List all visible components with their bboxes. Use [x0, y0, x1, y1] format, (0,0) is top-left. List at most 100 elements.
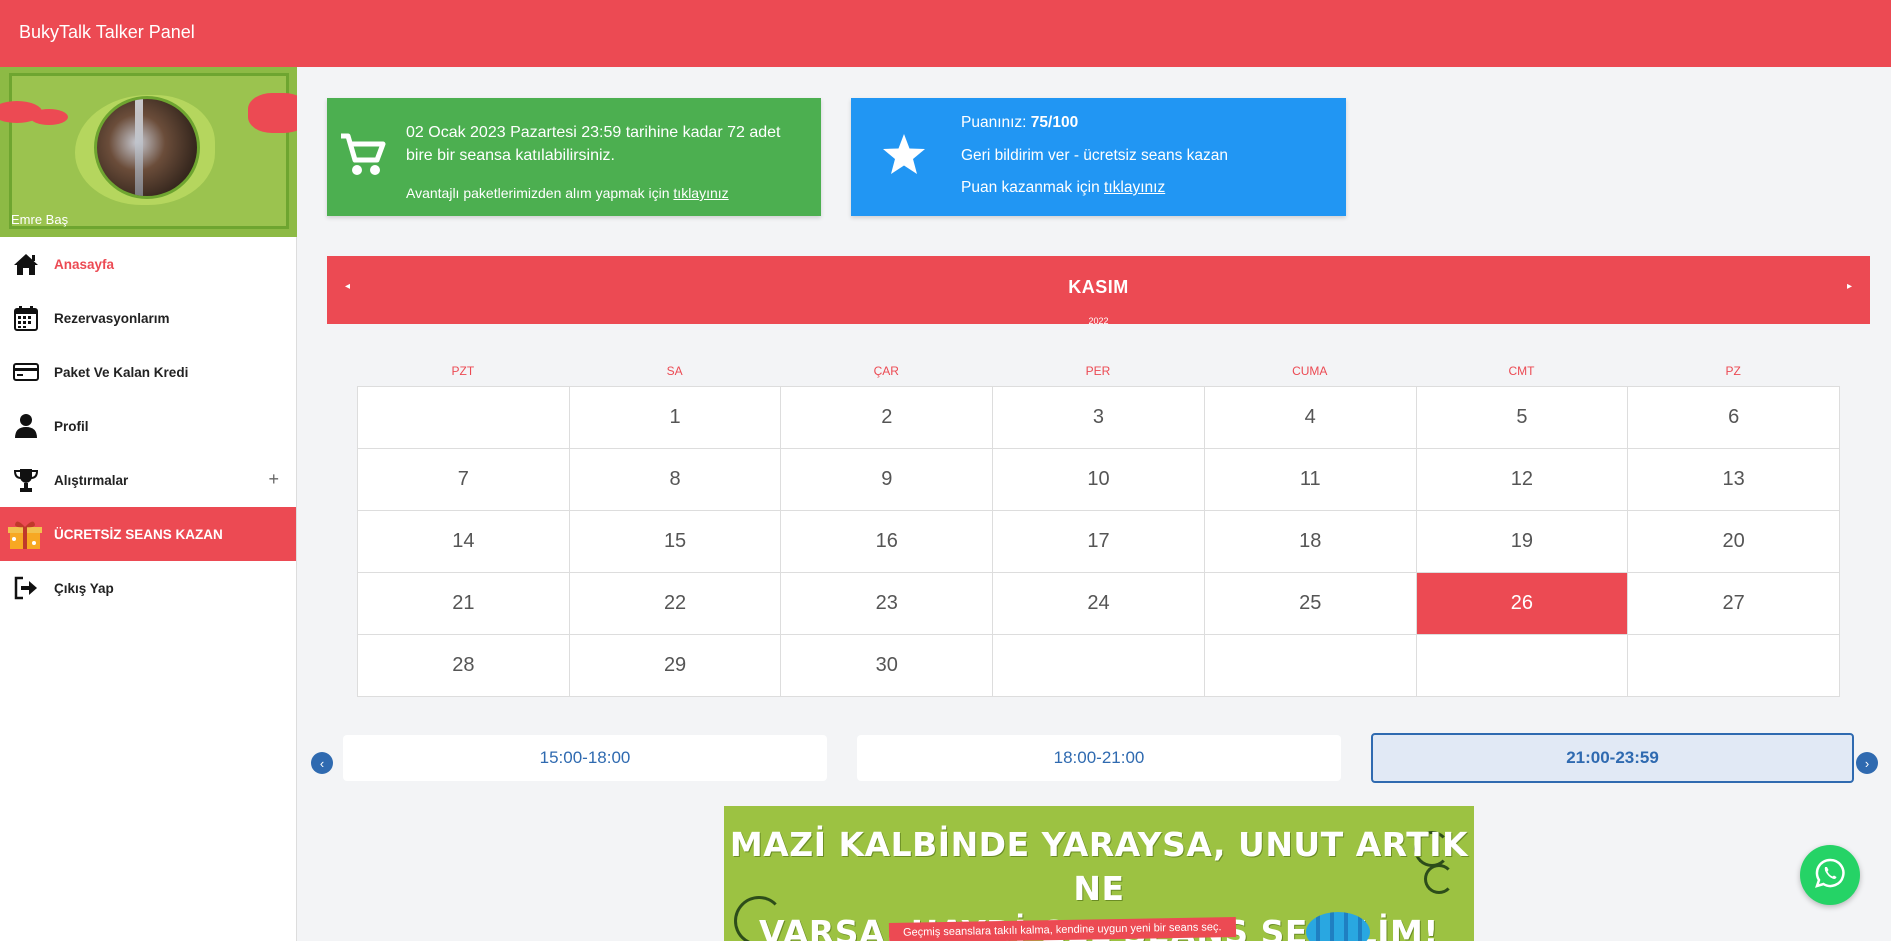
time-slot[interactable]: 18:00-21:00 [857, 735, 1341, 781]
profile-name: Emre Baş [11, 212, 69, 227]
calendar-grid: 1 2 3 4 5 6 7 8 9 10 11 12 13 14 15 16 17 18 19 20 21 22 23 24 2… [357, 386, 1840, 697]
weekday-label: CUMA [1292, 364, 1328, 378]
weekday-label: PZT [451, 364, 475, 378]
calendar-day[interactable]: 1 [569, 387, 782, 449]
calendar-day[interactable]: 7 [358, 449, 570, 511]
home-icon [12, 251, 40, 277]
points-link-prefix: Puan kazanmak için [961, 179, 1105, 196]
expand-plus-icon[interactable]: + [268, 469, 279, 490]
sidebar-item-label: Rezervasyonlarım [54, 310, 170, 326]
sidebar-item-label: Alıştırmalar [54, 472, 129, 488]
points-link-line: Puan kazanmak için tıklayınız [961, 179, 1165, 197]
sessions-text: 02 Ocak 2023 Pazartesi 23:59 tarihine ka… [406, 124, 781, 164]
calendar-day[interactable]: 13 [1628, 449, 1840, 511]
calendar-day[interactable]: 22 [569, 573, 782, 635]
weekday-label: ÇAR [873, 364, 899, 378]
sidebar-item-profil[interactable]: Profil [0, 399, 296, 453]
sidebar-item-ucretsiz-seans[interactable]: ÜCRETSİZ SEANS KAZAN [0, 507, 296, 561]
calendar-day[interactable]: 25 [1204, 573, 1417, 635]
promo-banner[interactable]: MAZİ KALBİNDE YARAYSA, UNUT ARTIK NE VAR… [724, 806, 1474, 941]
banner-headline-line: MAZİ KALBİNDE YARAYSA, UNUT ARTIK NE [729, 825, 1469, 908]
calendar-day[interactable]: 18 [1204, 511, 1417, 573]
packages-link-prefix: Avantajlı paketlerimizden alım yapmak iç… [406, 185, 674, 201]
cart-icon [337, 130, 389, 182]
calendar-day[interactable]: 27 [1628, 573, 1840, 635]
calendar-day[interactable]: 10 [993, 449, 1205, 511]
points-link[interactable]: tıklayınız [1104, 179, 1165, 196]
credit-card-icon [12, 359, 40, 385]
calendar-day[interactable]: 17 [993, 511, 1205, 573]
calendar-day[interactable]: 9 [781, 449, 994, 511]
slots-prev-button[interactable]: ‹ [311, 752, 333, 774]
top-bar: BukyTalk Talker Panel [0, 0, 1891, 67]
gift-icon [8, 517, 42, 551]
score-line: Puanınız: 75/100 [961, 114, 1078, 132]
calendar-day-selected[interactable]: 26 [1416, 573, 1629, 635]
sidebar-item-anasayfa[interactable]: Anasayfa [0, 237, 296, 291]
calendar-day[interactable]: 8 [569, 449, 782, 511]
calendar-empty-cell [1204, 635, 1417, 697]
sidebar-item-paket[interactable]: Paket Ve Kalan Kredi [0, 345, 296, 399]
profile-header: Emre Baş [0, 67, 297, 237]
sidebar-item-cikis[interactable]: Çıkış Yap [0, 561, 296, 615]
slots-next-button[interactable]: › [1856, 752, 1878, 774]
score-label: Puanınız: [961, 114, 1031, 131]
sidebar: Emre Baş Anasayfa Rezervasyonlarım Paket… [0, 67, 297, 941]
next-month-button[interactable]: ▸ [1847, 281, 1852, 292]
sidebar-item-label: Çıkış Yap [54, 580, 114, 596]
sidebar-item-label: Paket Ve Kalan Kredi [54, 364, 189, 380]
calendar-day[interactable]: 23 [781, 573, 994, 635]
whatsapp-icon [1814, 857, 1846, 894]
avatar[interactable] [94, 96, 200, 199]
sidebar-item-rezervasyonlarim[interactable]: Rezervasyonlarım [0, 291, 296, 345]
calendar-day[interactable]: 30 [781, 635, 994, 697]
calendar-year: 2022 [1088, 316, 1109, 326]
calendar-empty-cell [1416, 635, 1629, 697]
calendar-day[interactable]: 28 [358, 635, 570, 697]
decor-blob [30, 109, 68, 125]
app-title: BukyTalk Talker Panel [19, 22, 195, 42]
calendar-day[interactable]: 12 [1416, 449, 1629, 511]
calendar-day[interactable]: 11 [1204, 449, 1417, 511]
calendar-icon [12, 305, 40, 331]
calendar-day[interactable]: 14 [358, 511, 570, 573]
sidebar-nav: Anasayfa Rezervasyonlarım Paket Ve Kalan… [0, 237, 296, 615]
calendar-day[interactable]: 16 [781, 511, 994, 573]
calendar-day[interactable]: 3 [993, 387, 1205, 449]
calendar-day[interactable]: 29 [569, 635, 782, 697]
sidebar-item-alistirmalar[interactable]: Alıştırmalar + [0, 453, 296, 507]
star-icon [881, 132, 933, 184]
calendar-month: KASIM [1068, 277, 1129, 297]
packages-link-line: Avantajlı paketlerimizden alım yapmak iç… [406, 185, 729, 201]
calendar-day[interactable]: 20 [1628, 511, 1840, 573]
calendar-day[interactable]: 5 [1416, 387, 1629, 449]
user-icon [12, 413, 40, 439]
weekday-label: CMT [1508, 364, 1535, 378]
packages-link[interactable]: tıklayınız [673, 185, 728, 201]
whatsapp-button[interactable] [1800, 845, 1860, 905]
time-slot[interactable]: 15:00-18:00 [343, 735, 827, 781]
calendar-day[interactable]: 19 [1416, 511, 1629, 573]
calendar-day[interactable]: 15 [569, 511, 782, 573]
calendar-day[interactable]: 4 [1204, 387, 1417, 449]
trophy-icon [12, 467, 40, 493]
weekday-label: PER [1085, 364, 1111, 378]
time-slot-selected[interactable]: 21:00-23:59 [1371, 733, 1854, 783]
calendar-day[interactable]: 21 [358, 573, 570, 635]
feedback-text[interactable]: Geri bildirim ver - ücretsiz seans kazan [961, 147, 1228, 165]
time-slot-carousel: ‹ 15:00-18:00 18:00-21:00 21:00-23:59 › [311, 733, 1881, 785]
weekday-row: PZT SA ÇAR PER CUMA CMT PZ [357, 364, 1839, 378]
weekday-label: SA [666, 364, 683, 378]
calendar-day[interactable]: 6 [1628, 387, 1840, 449]
sidebar-item-label: Profil [54, 418, 89, 434]
calendar-empty-cell [993, 635, 1205, 697]
sign-out-icon [12, 575, 40, 601]
sidebar-item-label: Anasayfa [54, 256, 115, 272]
weekday-label: PZ [1725, 364, 1741, 378]
calendar-header: ◂ KASIM 2022 ▸ [327, 256, 1870, 326]
sidebar-item-label: ÜCRETSİZ SEANS KAZAN [54, 526, 223, 542]
calendar-day[interactable]: 24 [993, 573, 1205, 635]
calendar-day[interactable]: 2 [781, 387, 994, 449]
decor-blob [248, 93, 297, 133]
sessions-info-card: 02 Ocak 2023 Pazartesi 23:59 tarihine ka… [327, 98, 821, 216]
